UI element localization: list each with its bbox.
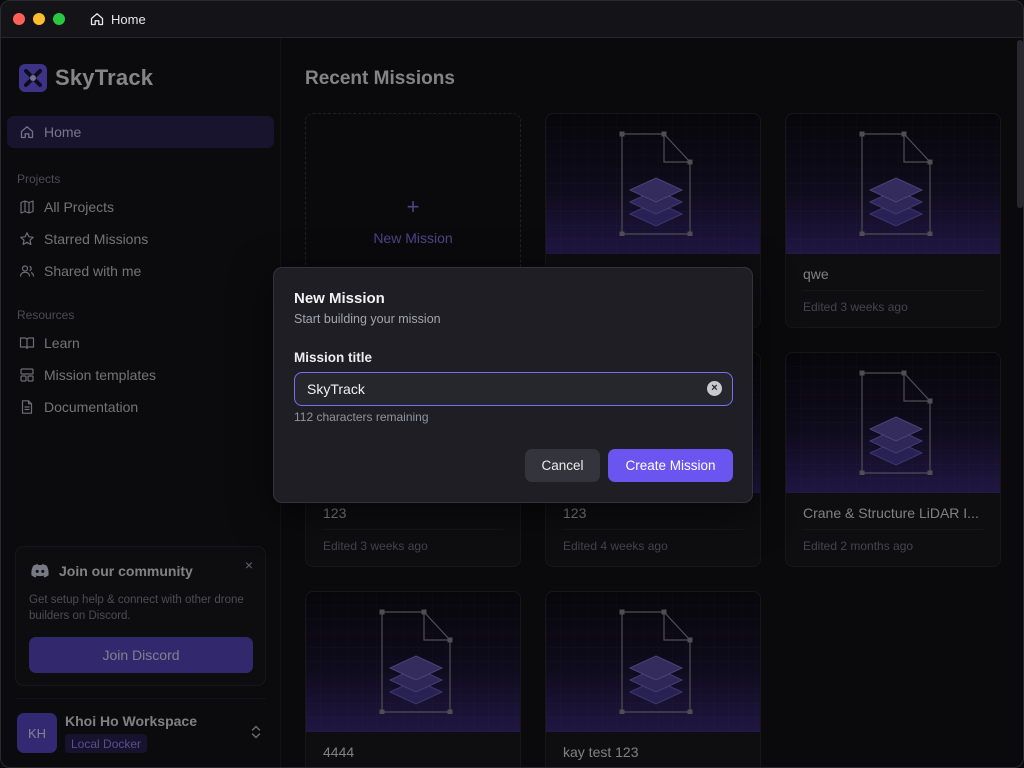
mission-title-input[interactable] bbox=[307, 373, 692, 404]
dialog-title: New Mission bbox=[294, 290, 385, 307]
maximize-window-button[interactable] bbox=[53, 13, 65, 25]
minimize-window-button[interactable] bbox=[33, 13, 45, 25]
mission-title-label: Mission title bbox=[294, 350, 373, 365]
create-mission-button[interactable]: Create Mission bbox=[608, 449, 733, 482]
window-tab-home[interactable]: Home bbox=[89, 11, 146, 27]
close-window-button[interactable] bbox=[13, 13, 25, 25]
window-tab-label: Home bbox=[111, 11, 146, 27]
new-mission-dialog: New Mission Start building your mission … bbox=[273, 267, 753, 503]
characters-remaining: 112 characters remaining bbox=[294, 410, 429, 424]
title-bar: Home bbox=[1, 1, 1023, 38]
cancel-button[interactable]: Cancel bbox=[525, 449, 600, 482]
app-window: Home SkyTrack Home Projects All Projects… bbox=[0, 0, 1024, 768]
clear-input-icon[interactable]: × bbox=[707, 381, 722, 396]
home-icon bbox=[90, 13, 104, 26]
window-controls bbox=[13, 13, 65, 25]
mission-title-field: × bbox=[294, 372, 733, 406]
dialog-subtitle: Start building your mission bbox=[294, 312, 441, 326]
